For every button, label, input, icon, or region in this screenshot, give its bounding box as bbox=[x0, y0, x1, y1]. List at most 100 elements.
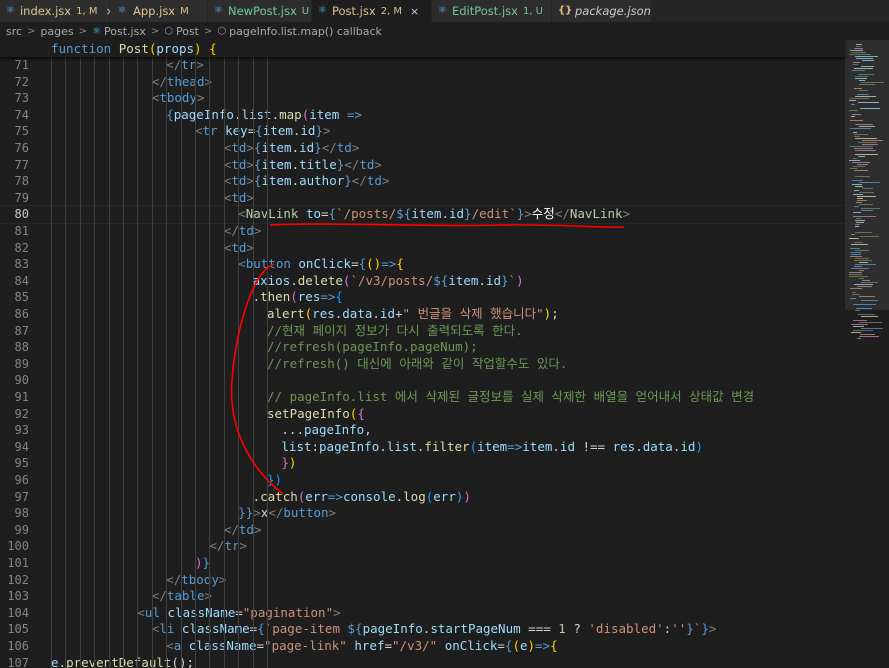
code-line[interactable]: 98}}>x</button> bbox=[0, 505, 845, 522]
minimap-stroke bbox=[852, 114, 861, 115]
minimap-stroke bbox=[854, 170, 868, 171]
code-text: }) bbox=[281, 455, 297, 471]
code-line[interactable]: 82<td> bbox=[0, 240, 845, 257]
minimap-stroke bbox=[856, 308, 872, 309]
code-line[interactable]: 107 e.preventDefault(); bbox=[0, 655, 845, 668]
react-icon: ⚛ bbox=[214, 5, 223, 16]
code-editor[interactable]: 71</tr>72</thead>73 <tbody>74{pageInfo.li… bbox=[0, 57, 845, 668]
minimap-stroke bbox=[855, 258, 869, 259]
code-line[interactable]: 101)} bbox=[0, 555, 845, 572]
code-line[interactable]: 103 </table> bbox=[0, 588, 845, 605]
line-number: 97 bbox=[14, 489, 29, 504]
code-line[interactable]: 79<td> bbox=[0, 190, 845, 207]
code-line[interactable]: 97 .catch(err=>console.log(err)) bbox=[0, 489, 845, 506]
code-text: <button onClick={()=>{ bbox=[238, 256, 404, 272]
minimap-stroke bbox=[855, 176, 870, 177]
minimap-stroke bbox=[859, 84, 875, 85]
minimap-stroke bbox=[857, 338, 861, 339]
code-line[interactable]: 102 </tbody> bbox=[0, 572, 845, 589]
code-line[interactable]: 93 ...pageInfo, bbox=[0, 422, 845, 439]
minimap-stroke bbox=[855, 250, 869, 251]
tab-package-json[interactable]: {} package.json bbox=[552, 0, 652, 22]
code-line[interactable]: 76 <td>{item.id}</td> bbox=[0, 140, 845, 157]
close-icon[interactable]: × bbox=[410, 5, 419, 18]
breadcrumb-item[interactable]: ⬡ pageInfo.list.map() callback bbox=[217, 25, 382, 38]
tab-index-jsx[interactable]: ⚛index.jsx1, M× bbox=[0, 0, 115, 22]
breadcrumb-item[interactable]: pages bbox=[40, 25, 73, 38]
minimap-stroke bbox=[855, 224, 860, 225]
minimap-stroke bbox=[854, 206, 859, 207]
tab-label: index.jsx bbox=[19, 4, 72, 18]
minimap-stroke bbox=[857, 196, 876, 197]
code-line[interactable]: 73 <tbody> bbox=[0, 90, 845, 107]
minimap-stroke bbox=[854, 260, 872, 261]
minimap-stroke bbox=[852, 292, 856, 293]
code-line[interactable]: 91 // pageInfo.list 에서 삭제된 글정보를 실제 삭제한 배열… bbox=[0, 389, 845, 406]
code-line[interactable]: 71 </tr> bbox=[0, 57, 845, 74]
code-line[interactable]: 95}) bbox=[0, 455, 845, 472]
code-line[interactable]: 78 <td>{item.author}</td> bbox=[0, 173, 845, 190]
code-line[interactable]: 80 <NavLink to={`/posts/${item.id}/edit`}… bbox=[0, 205, 845, 224]
indent-guide bbox=[65, 57, 67, 668]
breadcrumb-item[interactable]: src bbox=[6, 25, 22, 38]
tab-newpost-jsx[interactable]: ⚛ NewPost.jsx U bbox=[208, 0, 312, 22]
minimap-stroke bbox=[849, 272, 862, 273]
minimap-stroke bbox=[851, 332, 861, 333]
code-line[interactable]: 99 </td> bbox=[0, 522, 845, 539]
tab-editpost-jsx[interactable]: ⚛ EditPost.jsx 1, U bbox=[432, 0, 552, 22]
code-line[interactable]: 89 //refresh() 대신에 아래와 같이 작업할수도 있다. bbox=[0, 356, 845, 373]
code-line[interactable]: 105 <li className={`page-item ${pageInfo.… bbox=[0, 621, 845, 638]
sticky-scroll-header[interactable]: function Post(props) { bbox=[0, 40, 845, 57]
line-number: 73 bbox=[14, 91, 29, 106]
editor-tab-bar: ⚛ index.jsx 1, M × ⚛ App.jsx M ⚛ NewPost.jsx U ⚛ Po… bbox=[0, 0, 889, 22]
minimap-stroke bbox=[852, 70, 865, 71]
code-line[interactable]: 72 </thead> bbox=[0, 74, 845, 91]
symbol-method-icon: ⬡ bbox=[217, 25, 227, 37]
code-line[interactable]: 94 list:pageInfo.list.filter(item=>item.i… bbox=[0, 439, 845, 456]
minimap-stroke bbox=[852, 294, 860, 295]
minimap-stroke bbox=[851, 52, 866, 53]
tab-app-jsx[interactable]: ⚛ App.jsx M bbox=[110, 0, 208, 22]
code-line[interactable]: 106 <a className="page-link" href="/v3/" … bbox=[0, 638, 845, 655]
breadcrumb-item[interactable]: ⚛ Post.jsx bbox=[92, 25, 146, 38]
code-line[interactable]: 81 </td> bbox=[0, 223, 845, 240]
code-line[interactable]: 104<ul className="pagination"> bbox=[0, 605, 845, 622]
minimap-stroke bbox=[858, 102, 879, 103]
minimap-stroke bbox=[853, 62, 860, 63]
sticky-code: function Post(props) { bbox=[51, 41, 217, 56]
minimap-stroke bbox=[851, 116, 855, 117]
minimap-stroke bbox=[861, 66, 874, 67]
minimap-stroke bbox=[850, 168, 857, 169]
minimap-stroke bbox=[854, 48, 863, 49]
indent-guide bbox=[180, 57, 182, 668]
code-line[interactable]: 86 alert(res.data.id+" 번글을 삭제 했습니다"); bbox=[0, 306, 845, 323]
minimap-stroke bbox=[850, 298, 856, 299]
minimap-stroke bbox=[857, 286, 872, 287]
code-line[interactable]: 84 axios.delete(`/v3/posts/${item.id}`) bbox=[0, 273, 845, 290]
minimap-stroke bbox=[861, 282, 878, 283]
code-line[interactable]: 90 bbox=[0, 372, 845, 389]
code-line[interactable]: 87 //현재 페이지 정보가 다시 출력되도록 한다. bbox=[0, 323, 845, 340]
code-line[interactable]: 74{pageInfo.list.map(item => bbox=[0, 107, 845, 124]
code-line[interactable]: 96}) bbox=[0, 472, 845, 489]
minimap[interactable] bbox=[845, 40, 889, 668]
indent-guide bbox=[79, 57, 81, 668]
code-line[interactable]: 88 //refresh(pageInfo.pageNum); bbox=[0, 339, 845, 356]
tab-post-jsx[interactable]: ⚛ Post.jsx 2, M × bbox=[312, 0, 432, 22]
code-line[interactable]: 100 </tr> bbox=[0, 538, 845, 555]
line-number: 89 bbox=[14, 356, 29, 371]
code-line[interactable]: 77 <td>{item.title}</td> bbox=[0, 157, 845, 174]
line-number: 102 bbox=[7, 572, 29, 587]
line-number: 100 bbox=[7, 539, 29, 554]
line-number: 92 bbox=[14, 406, 29, 421]
code-text: axios.delete(`/v3/posts/${item.id}`) bbox=[252, 272, 524, 288]
code-line[interactable]: 85 .then(res=>{ bbox=[0, 289, 845, 306]
minimap-stroke bbox=[861, 208, 880, 209]
minimap-stroke bbox=[859, 182, 880, 183]
code-line[interactable]: 83 <button onClick={()=>{ bbox=[0, 256, 845, 273]
code-line[interactable]: 92 setPageInfo({ bbox=[0, 406, 845, 423]
code-line[interactable]: 75 <tr key={item.id}> bbox=[0, 123, 845, 140]
minimap-stroke bbox=[856, 44, 862, 45]
breadcrumb-item[interactable]: ⬡ Post bbox=[164, 25, 199, 38]
minimap-stroke bbox=[859, 270, 864, 271]
